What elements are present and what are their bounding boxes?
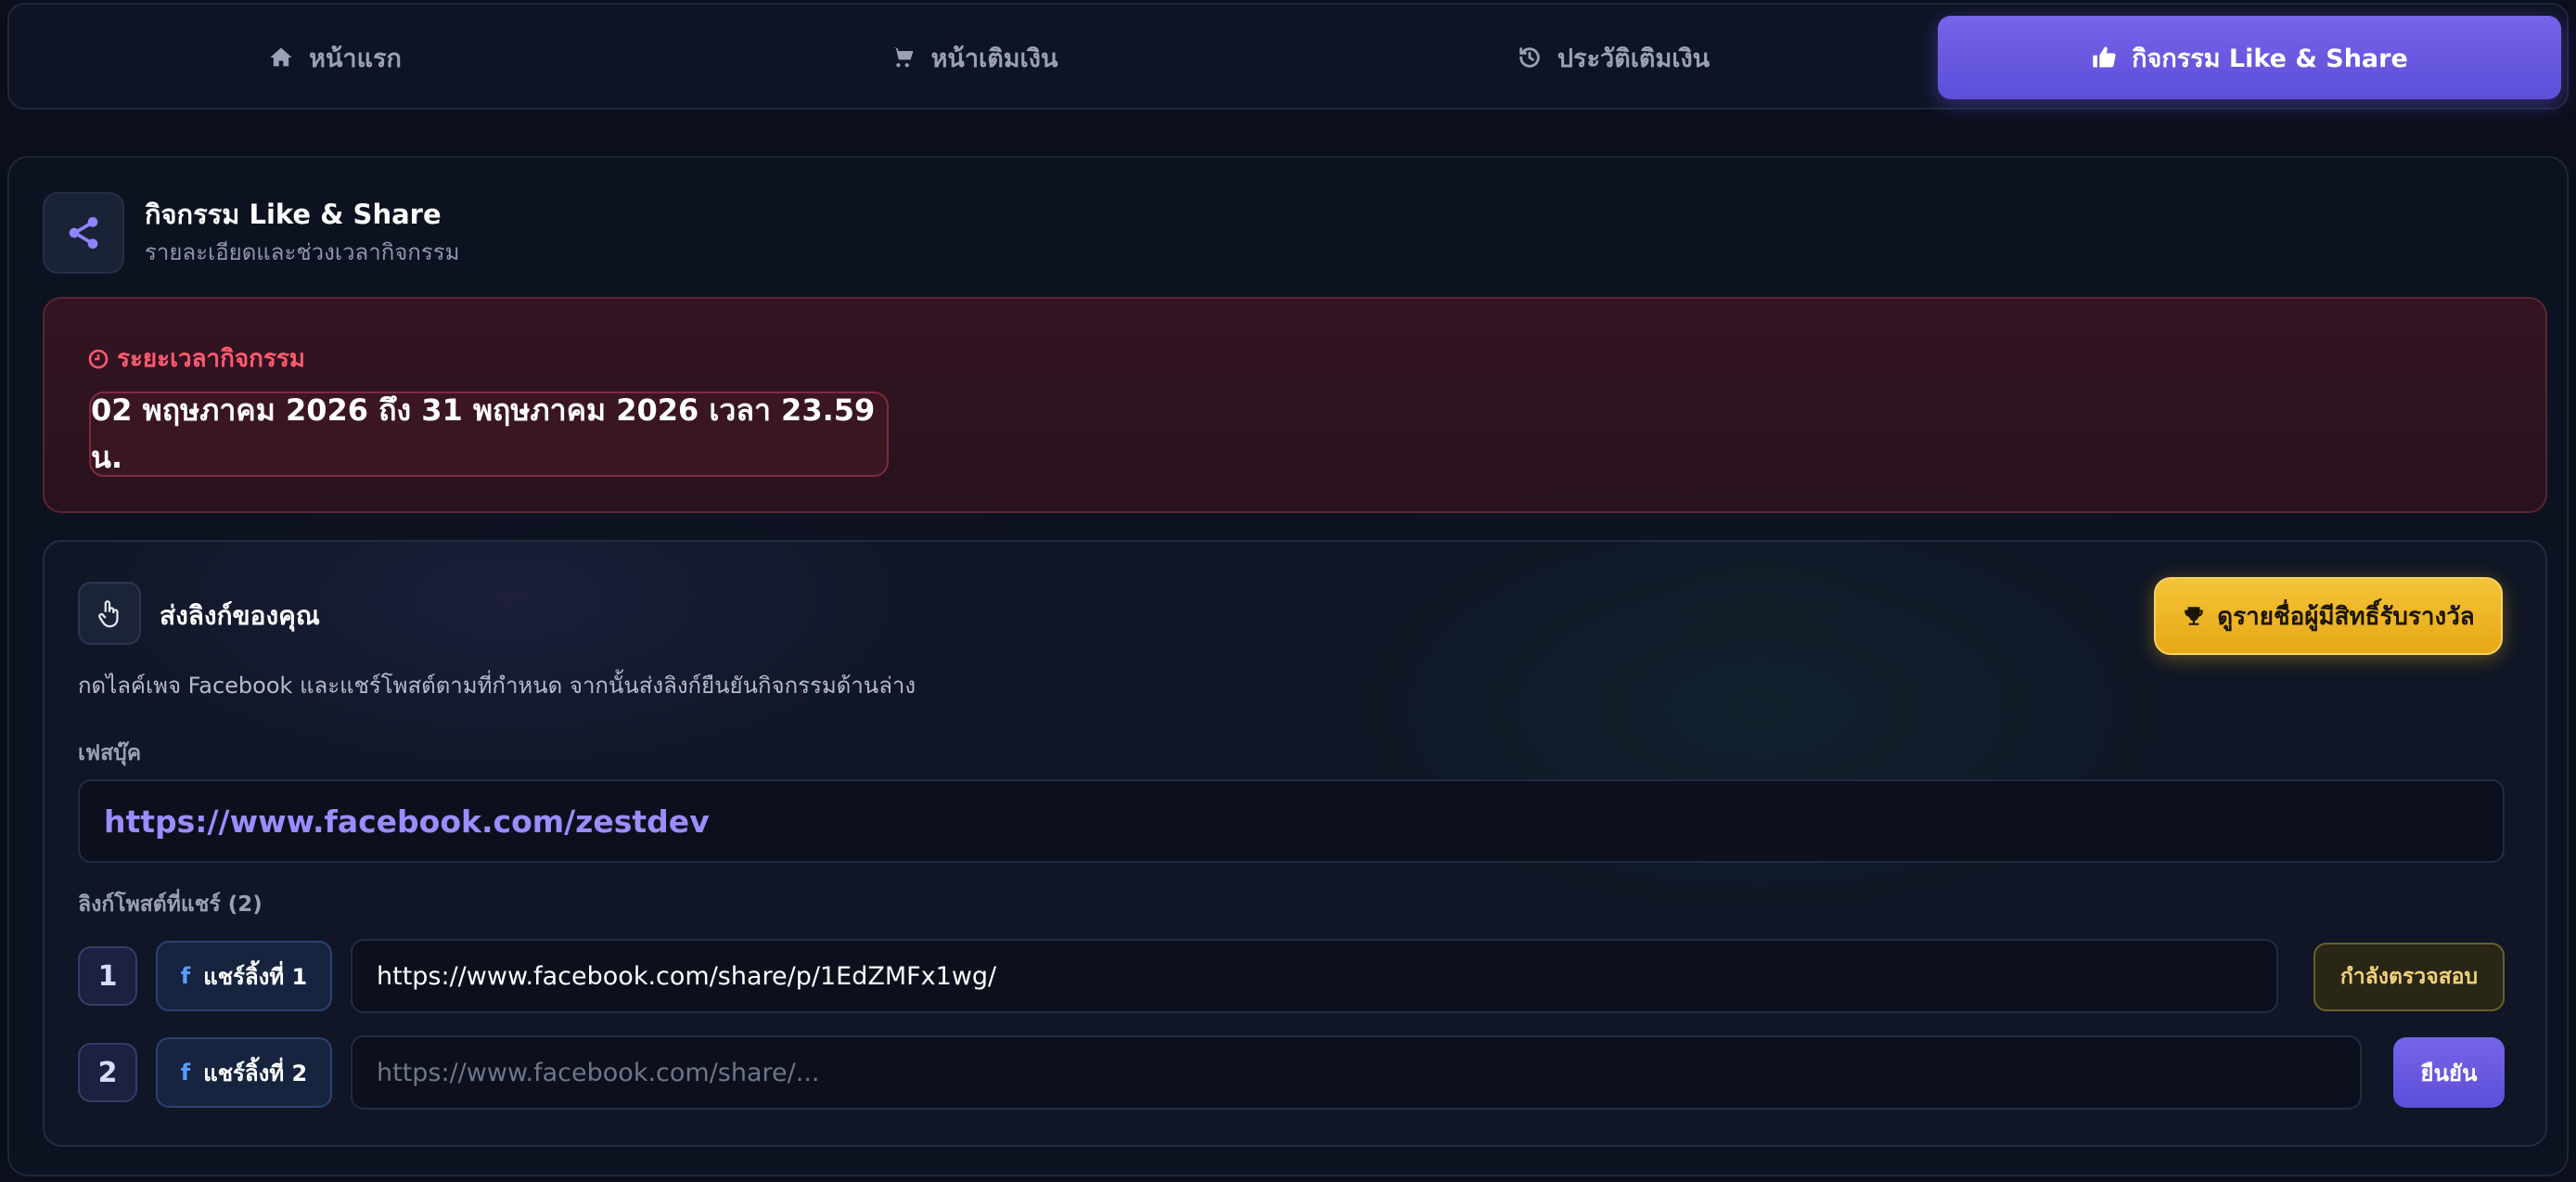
share-link-row: 1 f แชร์ลิ้งที่ 1 https://www.facebook.c… bbox=[78, 939, 2505, 1013]
hand-icon-box bbox=[78, 582, 141, 645]
thumbs-up-icon bbox=[2093, 46, 2116, 68]
status-badge: กำลังตรวจสอบ bbox=[2313, 943, 2505, 1011]
period-label-text: ระยะเวลากิจกรรม bbox=[117, 345, 305, 373]
tab-like-share-label: กิจกรรม Like & Share bbox=[2132, 44, 2408, 73]
history-icon bbox=[1519, 47, 1540, 68]
facebook-icon: f bbox=[180, 1060, 191, 1086]
shared-links-label: ลิงก์โพสต์ที่แชร์ (2) bbox=[78, 893, 263, 917]
tab-home-label: หน้าแรก bbox=[309, 44, 402, 73]
top-nav: หน้าแรก หน้าเติมเงิน ประวัติเติมเงิน กิจ… bbox=[7, 3, 2569, 109]
tab-like-share[interactable]: กิจกรรม Like & Share bbox=[1938, 16, 2561, 99]
share-link-2-button[interactable]: f แชร์ลิ้งที่ 2 bbox=[156, 1037, 332, 1108]
confirm-button[interactable]: ยืนยัน bbox=[2393, 1037, 2505, 1108]
header-icon-box bbox=[43, 192, 124, 274]
tab-home[interactable]: หน้าแรก bbox=[20, 16, 649, 99]
share-link-1-input[interactable]: https://www.facebook.com/share/p/1EdZMFx… bbox=[351, 939, 2278, 1013]
row-number: 2 bbox=[78, 1043, 137, 1102]
activity-period-box: ระยะเวลากิจกรรม 02 พฤษภาคม 2026 ถึง 31 พ… bbox=[43, 297, 2547, 513]
facebook-icon: f bbox=[180, 963, 191, 989]
clock-icon bbox=[88, 349, 109, 368]
tab-topup-label: หน้าเติมเงิน bbox=[930, 44, 1058, 73]
tab-topup[interactable]: หน้าเติมเงิน bbox=[660, 16, 1288, 99]
period-label: ระยะเวลากิจกรรม bbox=[87, 340, 305, 378]
submit-links-section: ส่งลิงก์ของคุณ ดูรายชื่อผู้มีสิทธิ์รับรา… bbox=[43, 540, 2547, 1147]
page: หน้าแรก หน้าเติมเงิน ประวัติเติมเงิน กิจ… bbox=[0, 0, 2576, 1182]
facebook-page-link[interactable]: https://www.facebook.com/zestdev bbox=[78, 779, 2505, 863]
share-icon bbox=[69, 217, 98, 249]
tab-topup-history-label: ประวัติเติมเงิน bbox=[1557, 44, 1711, 73]
instructions-text: กดไลค์เพจ Facebook และแชร์โพสต์ตามที่กำห… bbox=[78, 673, 916, 699]
tab-topup-history[interactable]: ประวัติเติมเงิน bbox=[1299, 16, 1928, 99]
row-number: 1 bbox=[78, 946, 137, 1006]
facebook-label: เฟสบุ๊ค bbox=[78, 741, 142, 765]
page-subtitle: รายละเอียดและช่วงเวลากิจกรรม bbox=[145, 239, 460, 265]
pointer-hand-icon bbox=[98, 600, 119, 628]
page-title: กิจกรรม Like & Share bbox=[145, 199, 442, 230]
view-winners-label: ดูรายชื่อผู้มีสิทธิ์รับรางวัล bbox=[2217, 602, 2475, 631]
share-link-1-button[interactable]: f แชร์ลิ้งที่ 1 bbox=[156, 941, 332, 1011]
trophy-icon bbox=[2185, 607, 2204, 625]
cart-icon bbox=[891, 47, 914, 68]
view-winners-button[interactable]: ดูรายชื่อผู้มีสิทธิ์รับรางวัล bbox=[2154, 577, 2503, 655]
share-link-2-label: แชร์ลิ้งที่ 2 bbox=[203, 1060, 308, 1086]
submit-title: ส่งลิงก์ของคุณ bbox=[160, 600, 320, 631]
activity-card: กิจกรรม Like & Share รายละเอียดและช่วงเว… bbox=[7, 156, 2569, 1176]
period-range: 02 พฤษภาคม 2026 ถึง 31 พฤษภาคม 2026 เวลา… bbox=[89, 392, 889, 477]
share-link-2-input[interactable]: https://www.facebook.com/share/... bbox=[351, 1035, 2362, 1110]
share-link-1-label: แชร์ลิ้งที่ 1 bbox=[203, 963, 308, 990]
home-icon bbox=[270, 47, 292, 67]
share-link-row: 2 f แชร์ลิ้งที่ 2 https://www.facebook.c… bbox=[78, 1035, 2505, 1110]
